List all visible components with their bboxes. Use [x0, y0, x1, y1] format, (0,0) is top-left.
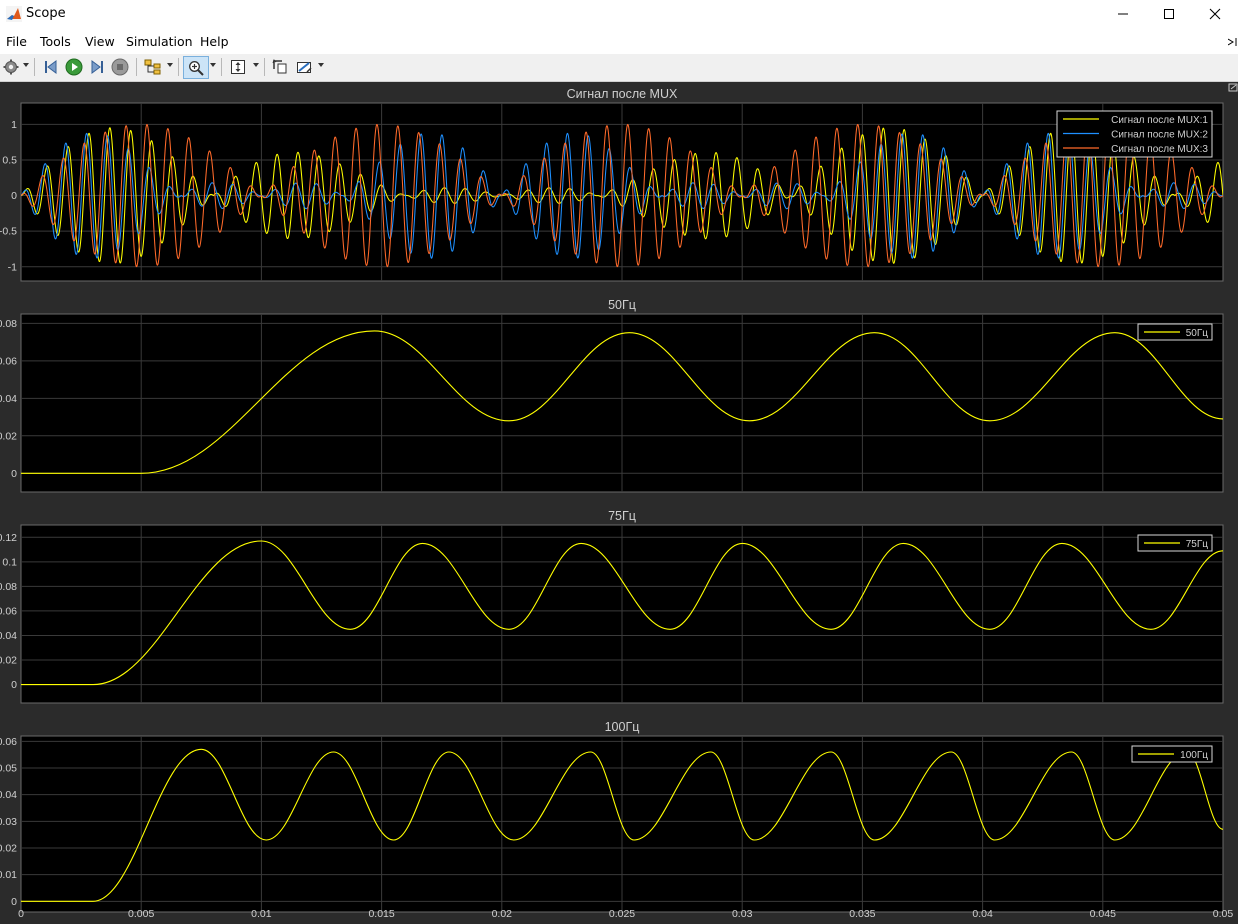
y-tick-label: 0.04: [0, 789, 17, 801]
legend[interactable]: 100Гц: [1131, 745, 1213, 763]
x-tick-label: 0: [18, 908, 24, 920]
y-tick-label: -1: [8, 261, 17, 273]
y-tick-label: 0: [11, 468, 17, 480]
y-tick-label: 1: [11, 119, 17, 131]
legend-label: Сигнал после MUX:3: [1111, 144, 1208, 155]
x-tick-label: 0.015: [368, 908, 394, 920]
y-tick-label: 0.04: [0, 630, 17, 642]
x-tick-label: 0.04: [972, 908, 993, 920]
x-tick-label: 0.035: [849, 908, 875, 920]
x-tick-label: 0.02: [492, 908, 513, 920]
legend[interactable]: Сигнал после MUX:1 Сигнал после MUX:2 Сигн…: [1056, 110, 1213, 158]
y-tick-label: 0.02: [0, 655, 17, 667]
undock-figure-icon[interactable]: [1228, 83, 1238, 92]
plot-title: 50Гц: [608, 298, 636, 312]
y-tick-label: 0.05: [0, 763, 17, 775]
plot-panel-75hz: 75Гц 0 0.02 0.04 0.06 0.08 0.1 0.12 75Гц: [0, 509, 1224, 704]
y-tick-label: 0.02: [0, 430, 17, 442]
y-tick-label: 0.04: [0, 393, 17, 405]
x-tick-label: 0.005: [128, 908, 154, 920]
y-tick-label: 0.06: [0, 736, 17, 748]
y-tick-label: 0.01: [0, 869, 17, 881]
y-tick-label: 0: [11, 679, 17, 691]
y-tick-label: 0: [11, 896, 17, 908]
x-tick-label: 0.03: [732, 908, 753, 920]
y-tick-label: 0.12: [0, 532, 17, 544]
x-tick-label: 0.045: [1090, 908, 1116, 920]
plot-title: 100Гц: [605, 720, 640, 734]
x-tick-label: 0.05: [1213, 908, 1234, 920]
plot-panel-50hz: 50Гц 0 0.02 0.04 0.06 0.08 50Гц: [0, 298, 1224, 493]
y-tick-label: 0.08: [0, 318, 17, 330]
y-tick-label: 0.5: [2, 154, 17, 166]
plot-panel-mux: Сигнал после MUX -1 -0.5 0 0.5 1 Сигнал после …: [0, 87, 1224, 282]
x-tick-label: 0.01: [251, 908, 272, 920]
plot-panel-100hz: 100Гц 0 0.01 0.02 0.03 0.04 0.05 0.06 0 0.005 0.01…: [0, 720, 1233, 920]
legend-label: Сигнал после MUX:1: [1111, 115, 1208, 126]
y-tick-label: -0.5: [0, 226, 17, 238]
legend-label: 50Гц: [1186, 328, 1209, 339]
y-tick-label: 0.06: [0, 355, 17, 367]
y-tick-label: 0.1: [2, 556, 17, 568]
legend-label: 100Гц: [1180, 750, 1208, 761]
plot-title: Сигнал после MUX: [567, 87, 678, 101]
legend[interactable]: 75Гц: [1137, 534, 1213, 552]
y-tick-label: 0.06: [0, 605, 17, 617]
x-tick-label: 0.025: [609, 908, 635, 920]
legend-label: 75Гц: [1186, 539, 1209, 550]
y-tick-label: 0.03: [0, 816, 17, 828]
y-tick-label: 0.08: [0, 581, 17, 593]
legend-label: Сигнал после MUX:2: [1111, 130, 1208, 141]
y-tick-label: 0.02: [0, 843, 17, 855]
scope-plot-area: Сигнал после MUX -1 -0.5 0 0.5 1 Сигнал после …: [0, 83, 1238, 920]
y-tick-label: 0: [11, 190, 17, 202]
plot-title: 75Гц: [608, 509, 636, 523]
legend[interactable]: 50Гц: [1137, 323, 1213, 341]
